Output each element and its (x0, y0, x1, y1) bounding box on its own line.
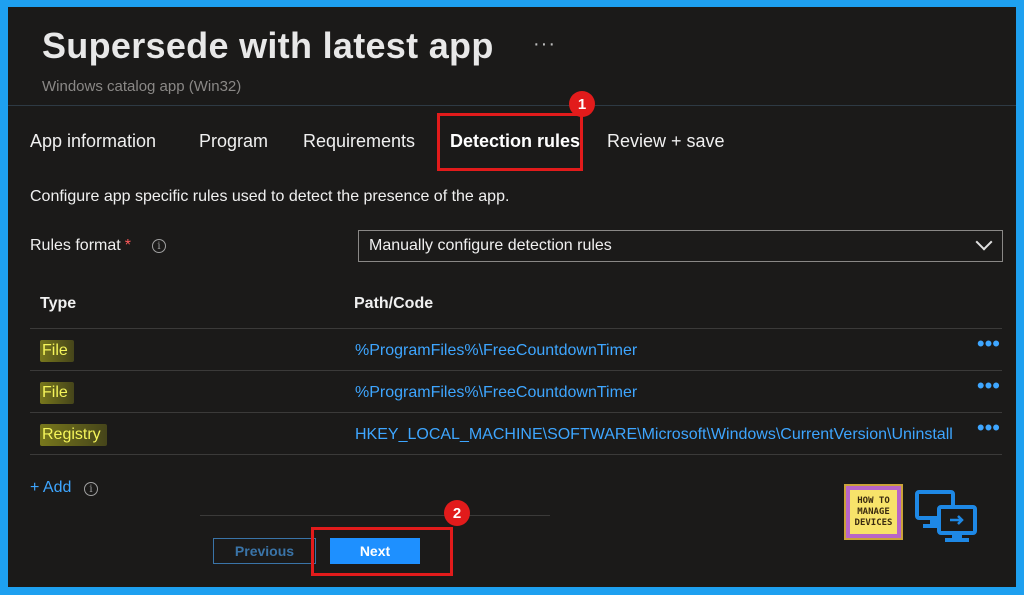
table-row[interactable]: File %ProgramFiles%\FreeCountdownTimer •… (30, 371, 1002, 412)
logo-text-line3: DEVICES (854, 517, 893, 528)
tab-review-save[interactable]: Review + save (607, 131, 725, 152)
row-more-icon[interactable]: ••• (977, 333, 1000, 355)
row-more-icon[interactable]: ••• (977, 417, 1000, 439)
row-type-text: File (42, 384, 68, 401)
row-path-link[interactable]: %ProgramFiles%\FreeCountdownTimer (355, 342, 960, 360)
info-icon[interactable]: i (152, 239, 166, 253)
rules-format-label-text: Rules format (30, 237, 121, 254)
remote-desktop-icon (915, 490, 977, 542)
more-actions-button[interactable]: ··· (533, 33, 556, 56)
page-title: Supersede with latest app (42, 25, 494, 66)
row-more-icon[interactable]: ••• (977, 375, 1000, 397)
column-header-path: Path/Code (354, 295, 434, 312)
annotation-box-next (311, 527, 453, 576)
row-type-text: Registry (42, 426, 101, 443)
chevron-down-icon (975, 233, 993, 251)
row-type: File (40, 340, 74, 362)
row-type-text: File (42, 342, 68, 359)
how-to-manage-devices-logo: HOW TO MANAGE DEVICES (844, 484, 903, 540)
footer-divider (200, 515, 550, 516)
add-rule-label: + Add (30, 479, 72, 496)
column-header-type: Type (40, 295, 77, 312)
logo-text-line1: HOW TO (857, 495, 890, 506)
tab-program[interactable]: Program (199, 131, 268, 152)
divider (30, 454, 1002, 455)
page-subtitle: Windows catalog app (Win32) (42, 78, 242, 95)
row-type: Registry (40, 424, 107, 446)
tab-app-information[interactable]: App information (30, 131, 156, 152)
required-marker: * (124, 237, 131, 254)
rules-format-label: Rules format * (30, 237, 131, 255)
table-row[interactable]: File %ProgramFiles%\FreeCountdownTimer •… (30, 329, 1002, 370)
rules-format-select[interactable]: Manually configure detection rules (358, 230, 1003, 262)
annotation-badge-2: 2 (444, 500, 470, 526)
logo-inner: HOW TO MANAGE DEVICES (850, 490, 897, 534)
logo-text-line2: MANAGE (857, 506, 890, 517)
table-row[interactable]: Registry HKEY_LOCAL_MACHINE\SOFTWARE\Mic… (30, 413, 1002, 454)
row-type: File (40, 382, 74, 404)
row-path-link[interactable]: HKEY_LOCAL_MACHINE\SOFTWARE\Microsoft\Wi… (355, 426, 960, 444)
add-rule-link[interactable]: + Add (30, 479, 71, 497)
app-window: Supersede with latest app ··· Windows ca… (8, 7, 1016, 587)
row-path-link[interactable]: %ProgramFiles%\FreeCountdownTimer (355, 384, 960, 402)
info-icon[interactable]: i (84, 482, 98, 496)
rules-format-value: Manually configure detection rules (369, 237, 612, 254)
previous-button[interactable]: Previous (213, 538, 316, 564)
section-description: Configure app specific rules used to det… (30, 188, 510, 205)
tab-requirements[interactable]: Requirements (303, 131, 415, 152)
annotation-badge-1: 1 (569, 91, 595, 117)
blade-header: Supersede with latest app ··· Windows ca… (8, 7, 1016, 106)
annotation-box-detection-rules (437, 113, 583, 171)
